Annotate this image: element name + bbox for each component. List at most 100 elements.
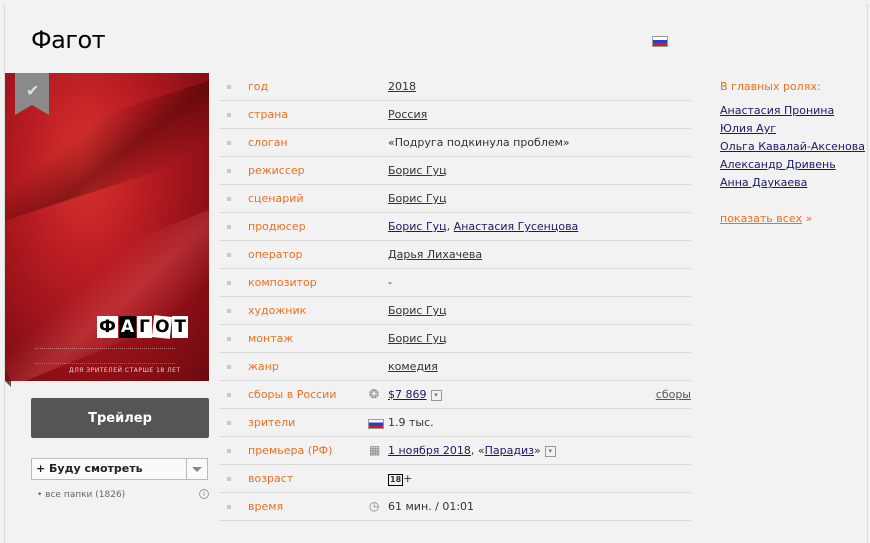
info-key: сценарий (248, 192, 304, 205)
row-bullet (227, 85, 231, 89)
row-bullet (227, 197, 231, 201)
year-link[interactable]: 2018 (388, 80, 416, 93)
show-all-label[interactable]: показать всех (720, 212, 802, 225)
poster-logo-letter: Г (137, 316, 152, 338)
checkmark-icon: ✔ (26, 81, 40, 100)
movie-poster[interactable]: ✔ Ф А Г О Т ДЛЯ ЗРИТЕЛЕЙ СТАРШЕ 18 ЛЕТ (5, 73, 209, 381)
age-plus: + (403, 472, 413, 485)
info-row-country: страна Россия (220, 101, 691, 129)
poster-logo: Ф А Г О Т (97, 315, 188, 339)
row-bullet (227, 365, 231, 369)
premiere-date-link[interactable]: 1 ноября 2018 (388, 444, 471, 457)
row-bullet (227, 449, 231, 453)
info-row-year: год 2018 (220, 73, 691, 101)
poster-credits (35, 348, 175, 364)
info-key: монтаж (248, 332, 294, 345)
watch-later-dropdown[interactable]: + Буду смотреть (31, 458, 208, 480)
premiere-separator: , « (470, 444, 485, 457)
info-row-slogan: слоган «Подруга подкинула проблем» (220, 129, 691, 157)
boxoffice-details-link[interactable]: сборы (656, 388, 691, 401)
actor-link[interactable]: Анастасия Пронина (720, 104, 834, 117)
dropdown-icon[interactable]: ▾ (430, 389, 442, 401)
producer-separator: , (446, 220, 451, 233)
poster-corner (5, 381, 11, 387)
show-all-arrow: » (805, 212, 813, 225)
actor-link[interactable]: Юлия Ауг (720, 122, 776, 135)
dropdown-icon[interactable]: ▾ (544, 445, 556, 457)
calendar-icon: ▦ (369, 443, 381, 457)
russia-flag-icon (652, 36, 668, 47)
row-bullet (227, 169, 231, 173)
row-bullet (227, 225, 231, 229)
trailer-button[interactable]: Трейлер (31, 398, 209, 438)
info-key: зрители (248, 416, 296, 429)
info-key: жанр (248, 360, 279, 373)
row-bullet (227, 113, 231, 117)
chevron-down-icon[interactable] (192, 467, 202, 472)
info-key: режиссер (248, 164, 305, 177)
info-icon[interactable]: i (199, 489, 209, 499)
country-link[interactable]: Россия (388, 108, 427, 121)
watch-later-label[interactable]: + Буду смотреть (36, 462, 143, 475)
slogan-text: «Подруга подкинула проблем» (388, 136, 570, 149)
info-row-producer: продюсер Борис Гуц, Анастасия Гусенцова (220, 213, 691, 241)
row-bullet (227, 477, 231, 481)
producer-value: Борис Гуц, Анастасия Гусенцова (388, 220, 578, 233)
actor-link[interactable]: Александр Дривень (720, 158, 836, 171)
info-row-writer: сценарий Борис Гуц (220, 185, 691, 213)
premiere-close-quote: » (534, 444, 541, 457)
info-row-composer: композитор - (220, 269, 691, 297)
writer-link[interactable]: Борис Гуц (388, 192, 447, 205)
info-key: продюсер (248, 220, 306, 233)
artist-link[interactable]: Борис Гуц (388, 304, 447, 317)
clock-icon: ◷ (369, 499, 380, 513)
folders-link[interactable]: • все папки (1826) (37, 490, 125, 500)
row-bullet (227, 421, 231, 425)
director-link[interactable]: Борис Гуц (388, 164, 447, 177)
row-bullet (227, 393, 231, 397)
row-bullet (227, 253, 231, 257)
operator-link[interactable]: Дарья Лихачева (388, 248, 482, 261)
info-key: сборы в России (248, 388, 337, 401)
movie-info-table: год 2018 страна Россия слоган «Подруга п… (220, 73, 691, 521)
poster-logo-letter: О (151, 315, 173, 339)
info-row-artist: художник Борис Гуц (220, 297, 691, 325)
row-bullet (227, 309, 231, 313)
info-row-genre: жанр комедия (220, 353, 691, 381)
cast-header: В главных ролях: (720, 80, 821, 93)
boxoffice-link[interactable]: $7 869 (388, 388, 427, 401)
producer-link[interactable]: Анастасия Гусенцова (454, 220, 579, 233)
info-key: премьера (РФ) (248, 444, 333, 457)
boxoffice-value: $7 869 ▾ (388, 388, 442, 401)
composer-value: - (388, 276, 392, 289)
genre-link[interactable]: комедия (388, 360, 438, 373)
poster-logo-letter: Т (172, 316, 188, 338)
info-key: художник (248, 304, 307, 317)
info-key: год (248, 80, 269, 93)
row-bullet (227, 337, 231, 341)
info-key: время (248, 500, 284, 513)
actor-link[interactable]: Ольга Кавалай-Аксенова (720, 140, 865, 153)
info-row-boxoffice: сборы в России ❂ $7 869 ▾ сборы (220, 381, 691, 409)
info-row-editing: монтаж Борис Гуц (220, 325, 691, 353)
producer-link[interactable]: Борис Гуц (388, 220, 447, 233)
info-row-viewers: зрители 1.9 тыс. (220, 409, 691, 437)
poster-logo-letter: Ф (97, 316, 118, 338)
row-bullet (227, 141, 231, 145)
russia-flag-icon (368, 419, 384, 429)
poster-age-text: ДЛЯ ЗРИТЕЛЕЙ СТАРШЕ 18 ЛЕТ (69, 367, 181, 374)
age-rating-badge: 18 (388, 474, 404, 486)
premiere-value: 1 ноября 2018, «Парадиз» ▾ (388, 444, 556, 457)
viewers-value: 1.9 тыс. (388, 416, 434, 429)
info-key: композитор (248, 276, 317, 289)
show-all-cast-link[interactable]: показать всех » (720, 212, 865, 225)
distributor-link[interactable]: Парадиз (485, 444, 534, 457)
info-key: оператор (248, 248, 303, 261)
row-bullet (227, 505, 231, 509)
info-row-director: режиссер Борис Гуц (220, 157, 691, 185)
actor-link[interactable]: Анна Даукаева (720, 176, 807, 189)
editing-link[interactable]: Борис Гуц (388, 332, 447, 345)
poster-logo-letter: А (118, 316, 137, 338)
page-title: Фагот (31, 26, 106, 54)
dropdown-divider (186, 459, 187, 479)
